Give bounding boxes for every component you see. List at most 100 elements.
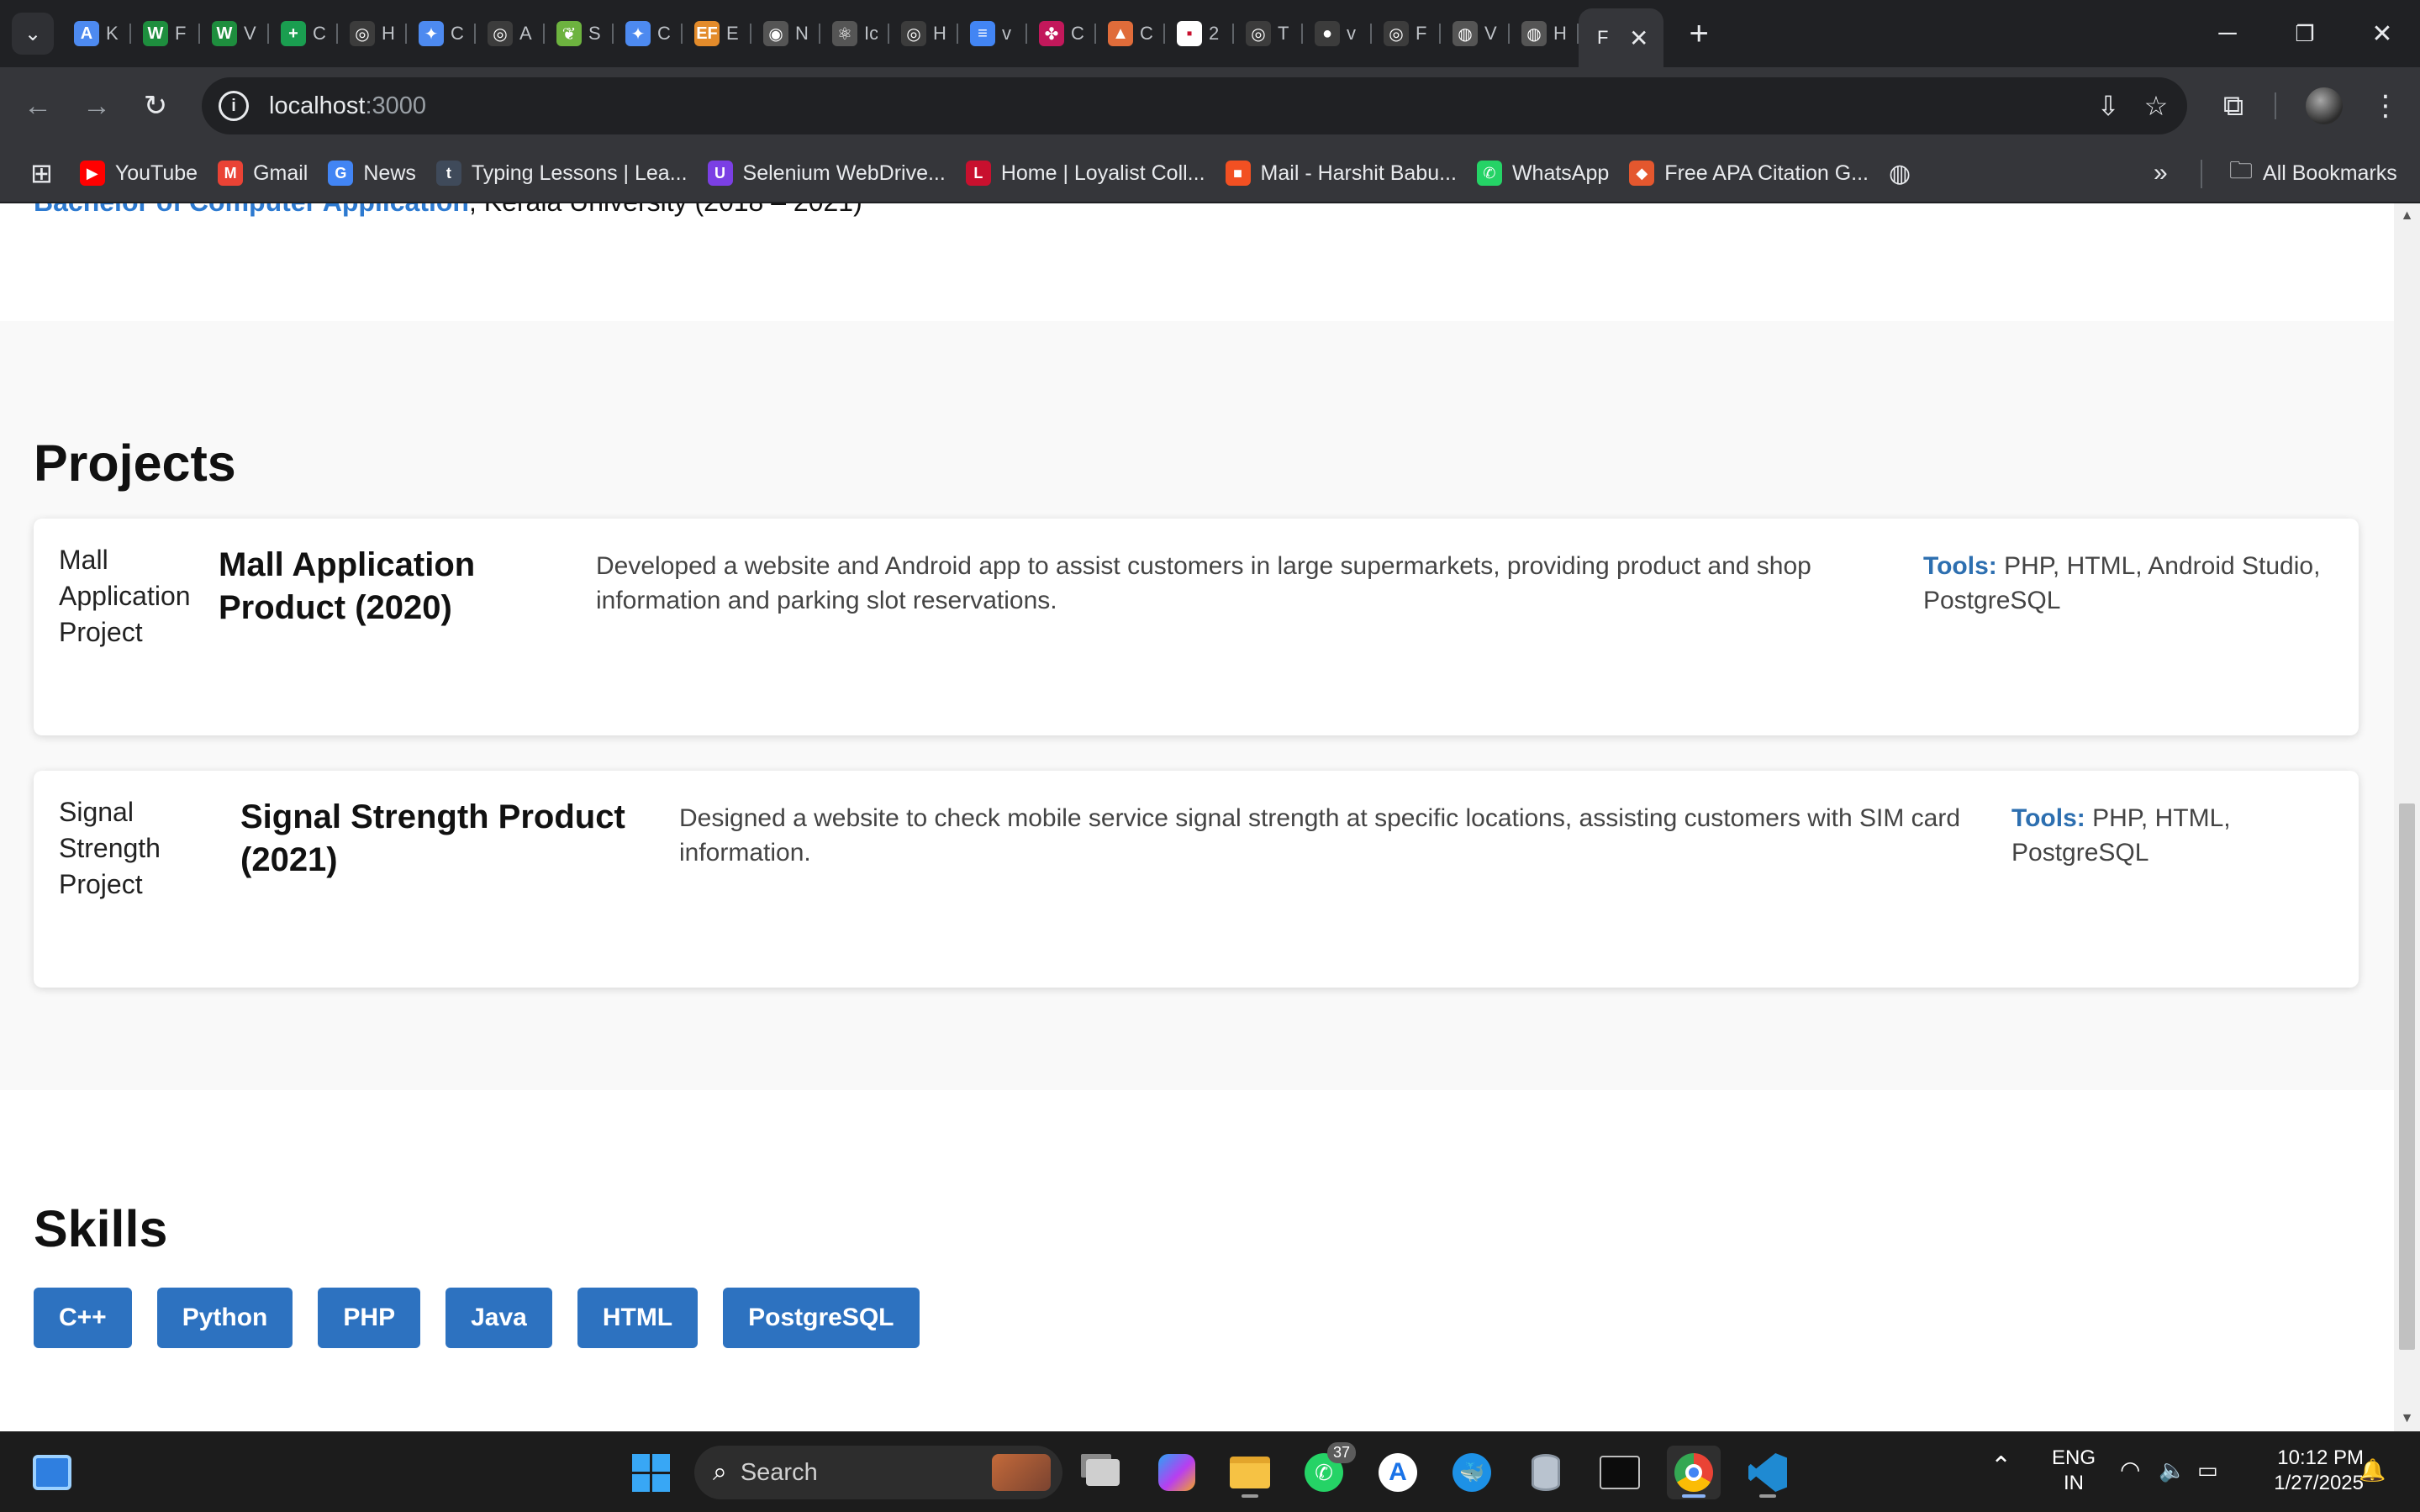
tab-label: V	[244, 23, 256, 44]
volume-icon[interactable]: 🔈	[2159, 1457, 2185, 1483]
bookmark-item[interactable]: U Selenium WebDrive...	[698, 152, 956, 194]
scroll-up-icon[interactable]: ▲	[2394, 203, 2420, 229]
close-icon[interactable]: ✕	[1629, 24, 1648, 52]
file-explorer-icon[interactable]	[1223, 1446, 1277, 1499]
menu-kebab-icon[interactable]: ⋮	[2356, 76, 2415, 135]
image-alt-text: Signal	[59, 797, 134, 827]
all-bookmarks-button[interactable]: 🗀 All Bookmarks	[2219, 152, 2407, 194]
bookmark-label: Selenium WebDrive...	[742, 161, 946, 185]
tab[interactable]: ◍ H	[1510, 0, 1579, 67]
minimize-icon[interactable]: ─	[2189, 0, 2266, 67]
tab-list: A K W F W V + C ◎ H ✦ C ◎ A ❦ S ✦ C EF E ◉ N ⚛ Ic ◎ H ≡ v ✤ C ▲ C ▪ 2 ◎ T ● v…	[62, 0, 1579, 67]
wifi-icon[interactable]: ◠	[2120, 1457, 2140, 1483]
bookmark-star-icon[interactable]: ☆	[2139, 89, 2173, 123]
docker-icon[interactable]: 🐳	[1445, 1446, 1499, 1499]
chrome-icon[interactable]	[1667, 1446, 1721, 1499]
window-close-icon[interactable]: ✕	[2344, 0, 2420, 67]
tab-favicon-icon: ▲	[1108, 21, 1133, 46]
taskbar-search[interactable]: ⌕ Search	[694, 1446, 1062, 1499]
tab-favicon-icon: ●	[1315, 21, 1340, 46]
vscode-icon[interactable]	[1741, 1446, 1795, 1499]
project-image-broken: Signal Strength Project	[59, 794, 161, 903]
tab[interactable]: ▲ C	[1096, 0, 1165, 67]
scrollbar-thumb[interactable]	[2399, 803, 2415, 1350]
tab[interactable]: ◉ N	[751, 0, 820, 67]
install-app-icon[interactable]: ⇩	[2091, 89, 2125, 123]
bookmark-label: Mail - Harshit Babu...	[1260, 161, 1457, 185]
tab[interactable]: ◎ A	[476, 0, 545, 67]
bookmark-item[interactable]: t Typing Lessons | Lea...	[426, 152, 698, 194]
tab[interactable]: ≡ v	[958, 0, 1027, 67]
url-port: :3000	[365, 92, 427, 119]
page-scrollbar[interactable]: ▲ ▼	[2394, 203, 2420, 1431]
whatsapp-icon[interactable]: ✆ 37	[1297, 1442, 1356, 1499]
clock[interactable]: 10:12 PM 1/27/2025	[2246, 1446, 2364, 1496]
tab[interactable]: ● v	[1303, 0, 1372, 67]
tab-favicon-icon: EF	[694, 21, 720, 46]
more-bookmarks-icon[interactable]: »	[2143, 152, 2178, 194]
database-icon[interactable]	[1519, 1446, 1573, 1499]
tab[interactable]: EF E	[683, 0, 751, 67]
battery-icon[interactable]: ▭	[2197, 1457, 2218, 1483]
project-description: Developed a website and Android app to a…	[596, 552, 1811, 614]
bookmark-item[interactable]: ▶ YouTube	[70, 152, 208, 194]
address-bar[interactable]: i localhost:3000 ⇩ ☆	[202, 77, 2187, 134]
new-tab-icon[interactable]: +	[1689, 15, 1708, 53]
skill-badge: PostgreSQL	[723, 1288, 920, 1348]
globe-icon[interactable]: ◍	[1879, 152, 1921, 194]
show-hidden-icons-icon[interactable]: ⌃	[1990, 1454, 2011, 1479]
image-alt-text: Mall	[59, 545, 108, 575]
tab[interactable]: ⚛ Ic	[820, 0, 889, 67]
bookmark-item[interactable]: ✆ WhatsApp	[1467, 152, 1619, 194]
image-alt-text: Strength	[59, 833, 161, 863]
tab-label: T	[1278, 23, 1289, 44]
language-indicator[interactable]: ENG IN	[2044, 1446, 2103, 1496]
bookmarks-bar: ⊞ ▶ YouTube M Gmail G News t Typing Lessons | L…	[0, 145, 2420, 203]
tab-favicon-icon: ≡	[970, 21, 995, 46]
scroll-down-icon[interactable]: ▼	[2394, 1406, 2420, 1431]
bookmark-item[interactable]: ◆ Free APA Citation G...	[1619, 152, 1879, 194]
tab-active[interactable]: F ✕	[1579, 8, 1664, 67]
tab[interactable]: ◎ H	[338, 0, 407, 67]
tab[interactable]: ✦ C	[407, 0, 476, 67]
windows-taskbar: ⌕ Search ✆ 37 A 🐳 ⌃ ENG IN ◠ 🔈 ▭ 10:12 P…	[0, 1431, 2420, 1512]
terminal-icon[interactable]	[1593, 1446, 1647, 1499]
tab[interactable]: ◎ H	[889, 0, 958, 67]
task-view-icon[interactable]	[1076, 1446, 1130, 1499]
copilot-icon[interactable]	[1150, 1446, 1204, 1499]
extensions-icon[interactable]: ⧉	[2204, 76, 2263, 135]
bookmark-item[interactable]: ■ Mail - Harshit Babu...	[1215, 152, 1467, 194]
bookmark-item[interactable]: G News	[318, 152, 426, 194]
restore-icon[interactable]: ❐	[2266, 0, 2344, 67]
bookmark-item[interactable]: L Home | Loyalist Coll...	[956, 152, 1215, 194]
windows-start-icon[interactable]	[624, 1446, 677, 1499]
tab[interactable]: WF	[131, 0, 200, 67]
tab[interactable]: ✦ C	[614, 0, 683, 67]
bookmark-item[interactable]: M Gmail	[208, 152, 318, 194]
tab[interactable]: ✤ C	[1027, 0, 1096, 67]
forward-icon[interactable]: →	[67, 76, 126, 135]
tab[interactable]: ◎ T	[1234, 0, 1303, 67]
tab-label: A	[519, 23, 532, 44]
profile-avatar[interactable]	[2306, 87, 2343, 124]
apps-grid-icon[interactable]: ⊞	[0, 152, 70, 194]
tab-search-icon[interactable]: ⌄	[12, 13, 54, 55]
tab[interactable]: + C	[269, 0, 338, 67]
tab[interactable]: ◎ F	[1372, 0, 1441, 67]
tab-label: C	[1140, 23, 1153, 44]
reload-icon[interactable]: ↻	[126, 76, 185, 135]
tab[interactable]: WV	[200, 0, 269, 67]
tab[interactable]: ❦ S	[545, 0, 614, 67]
tab[interactable]: ◍ V	[1441, 0, 1510, 67]
notification-badge: 37	[1326, 1442, 1356, 1463]
page-viewport: Bachelor of Computer Application, Kerala…	[0, 203, 2394, 1431]
tab[interactable]: ▪ 2	[1165, 0, 1234, 67]
tab[interactable]: AK	[62, 0, 131, 67]
widgets-icon[interactable]	[25, 1446, 79, 1499]
tools-label: Tools:	[1923, 552, 1997, 580]
back-icon[interactable]: ←	[8, 76, 67, 135]
site-info-icon[interactable]: i	[219, 91, 249, 121]
clock-date: 1/27/2025	[2274, 1472, 2364, 1494]
notifications-bell-icon[interactable]: 🔔	[2359, 1457, 2386, 1483]
app-store-icon[interactable]: A	[1371, 1446, 1425, 1499]
